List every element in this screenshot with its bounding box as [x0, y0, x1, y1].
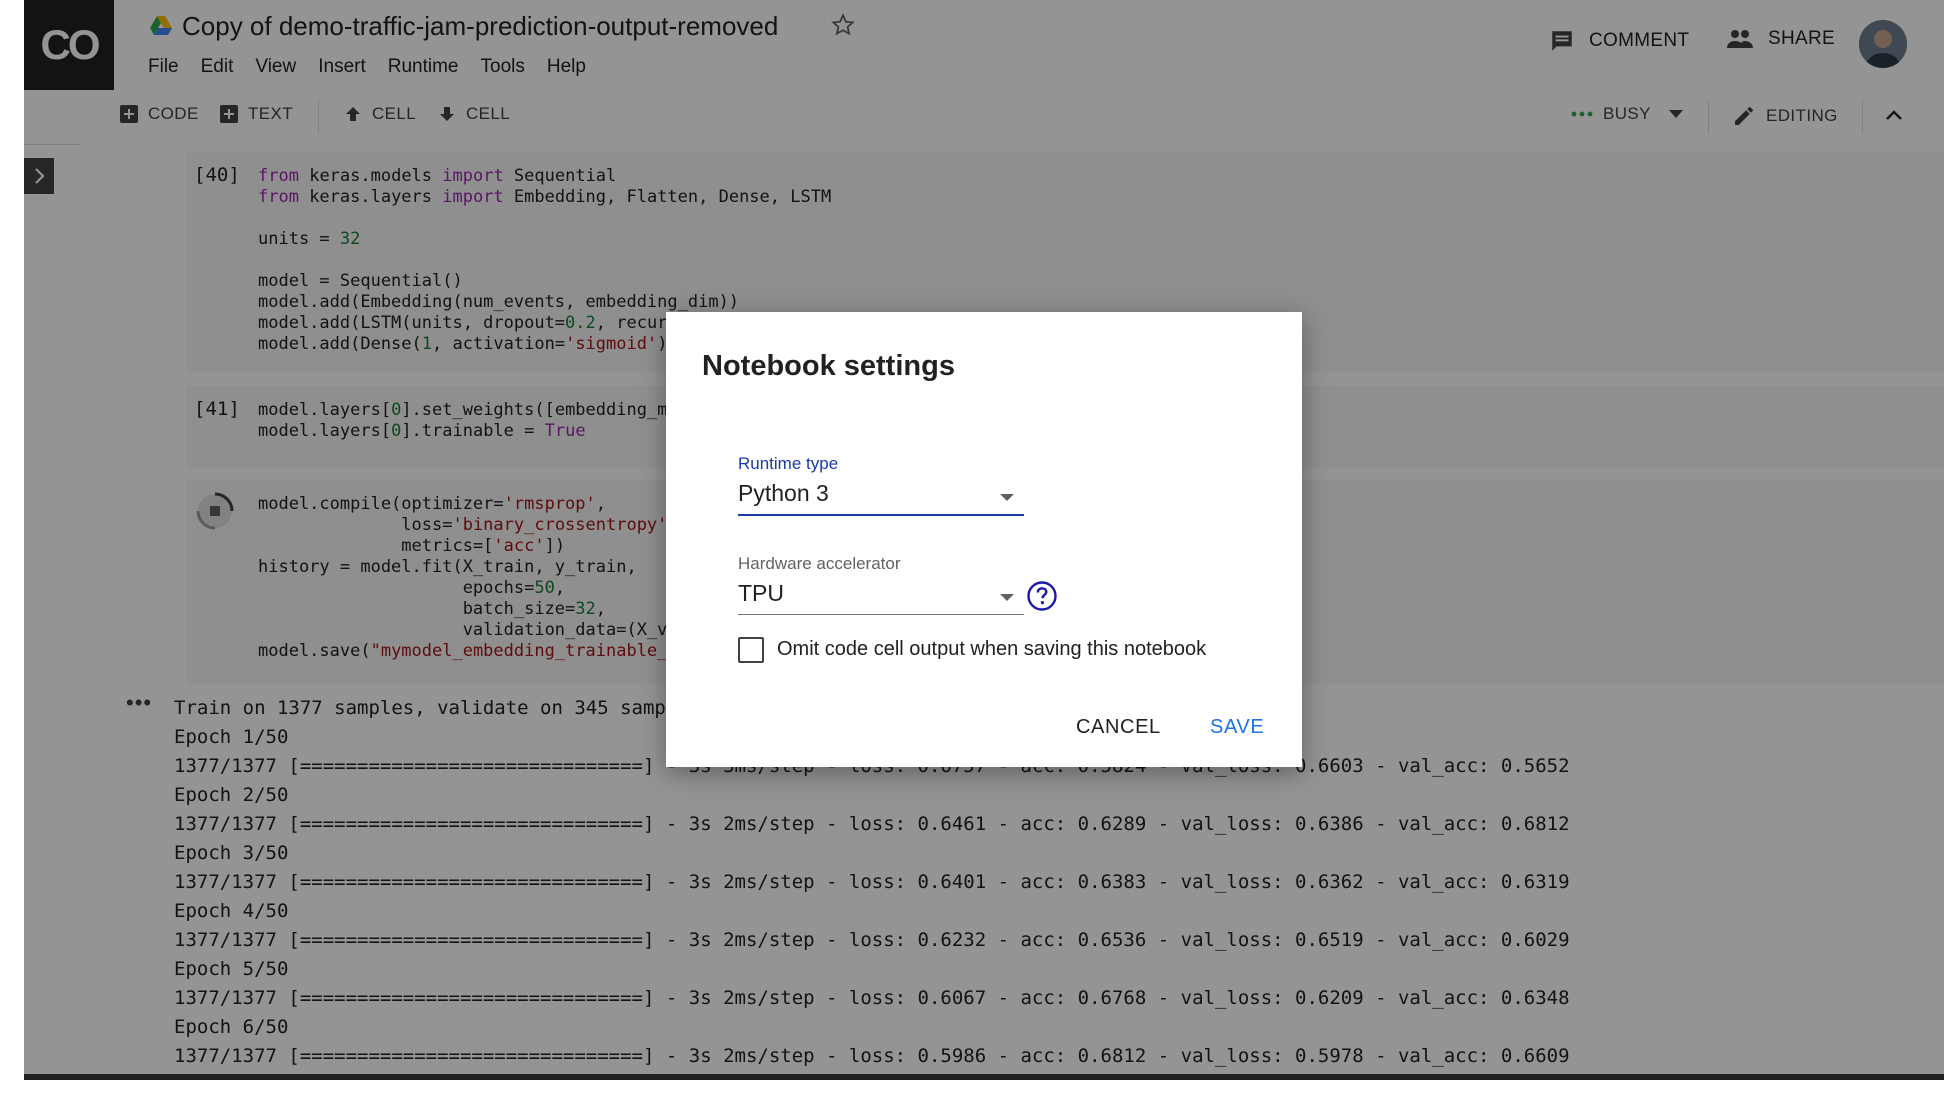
- notebook-settings-dialog: Notebook settings Runtime type Python 3 …: [666, 312, 1302, 767]
- omit-output-label[interactable]: Omit code cell output when saving this n…: [777, 638, 1206, 661]
- hardware-accelerator-label: Hardware accelerator: [738, 554, 901, 573]
- runtime-type-value: Python 3: [738, 480, 829, 506]
- runtime-type-label: Runtime type: [738, 454, 839, 473]
- left-margin: [0, 0, 24, 1108]
- save-button[interactable]: SAVE: [1210, 716, 1264, 739]
- dialog-title: Notebook settings: [702, 350, 955, 382]
- dropdown-arrow-icon: [1000, 594, 1014, 601]
- omit-output-checkbox[interactable]: [738, 637, 764, 663]
- bottom-margin: [0, 1080, 1944, 1108]
- colab-window: CO Copy of demo-traffic-jam-prediction-o…: [0, 0, 1944, 1108]
- dropdown-arrow-icon: [1000, 494, 1014, 501]
- runtime-type-select[interactable]: Python 3: [738, 480, 1024, 516]
- cancel-button[interactable]: CANCEL: [1076, 716, 1161, 739]
- help-icon[interactable]: [1026, 580, 1058, 612]
- hardware-accelerator-select[interactable]: TPU: [738, 580, 1024, 615]
- hardware-accelerator-value: TPU: [738, 580, 784, 606]
